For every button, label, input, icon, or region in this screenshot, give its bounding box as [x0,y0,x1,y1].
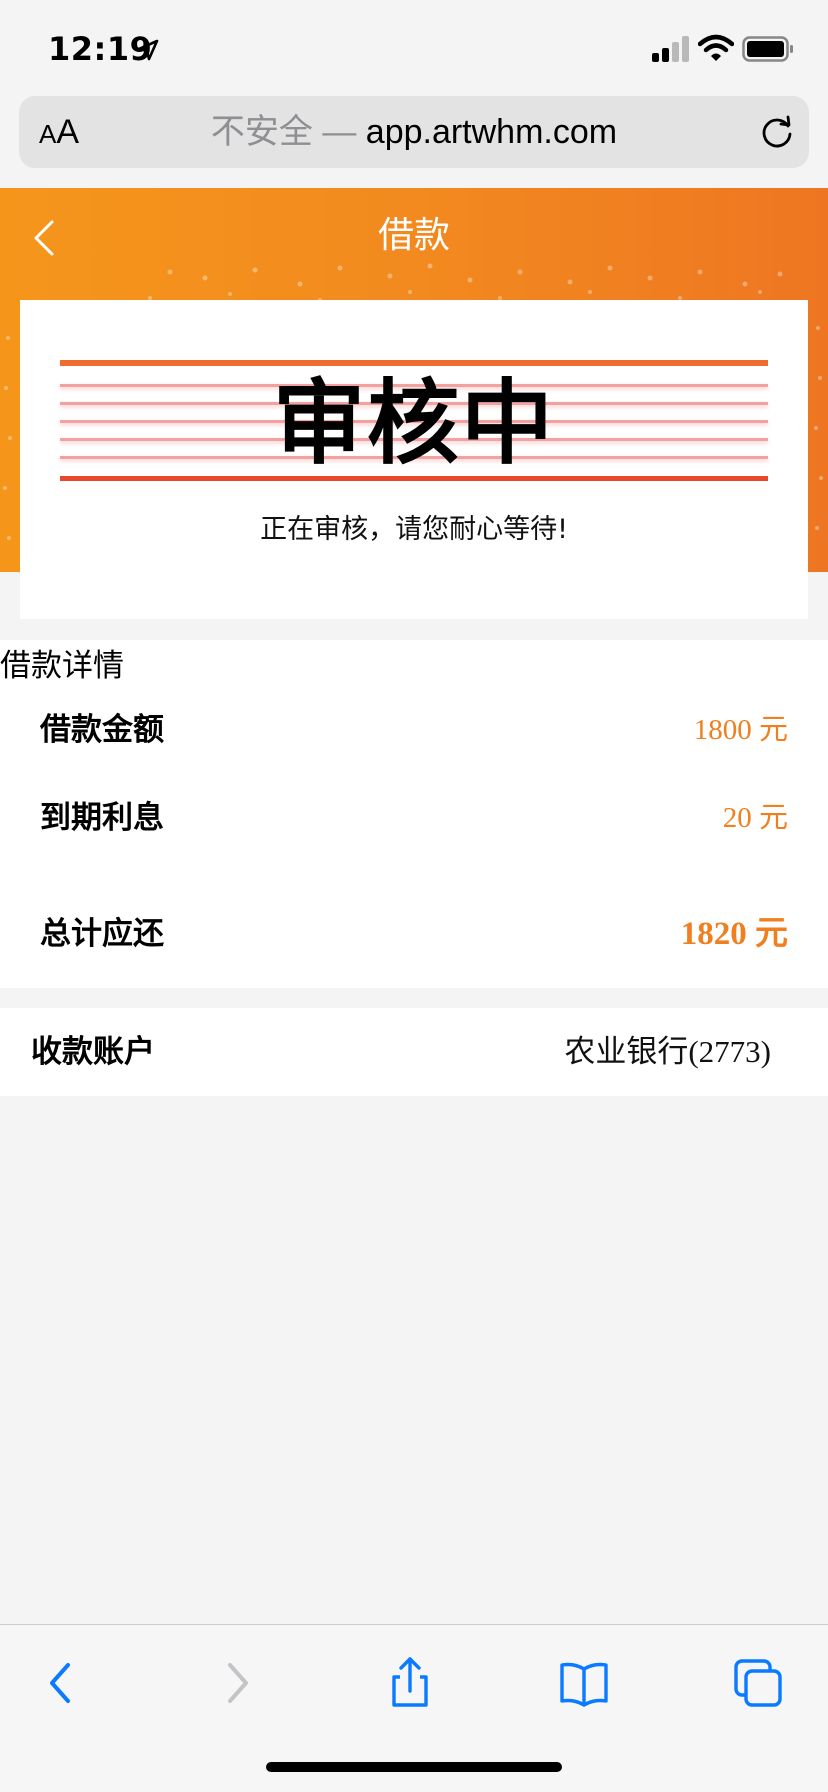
loan-amount-label: 借款金额 [40,712,164,748]
receiving-account-row: 收款账户 农业银行(2773) [0,1008,828,1096]
review-status-card: 审核中 正在审核，请您耐心等待! [20,300,808,619]
status-bar: 12:19 [0,0,828,96]
review-status-title: 审核中 [272,370,555,477]
interest-label: 到期利息 [40,800,164,836]
reload-icon[interactable] [757,112,797,152]
interest-value: 20 元 [722,802,788,834]
loan-amount-value: 1800 元 [693,714,788,746]
url-host: app.artwhm.com [365,113,618,151]
battery-icon [742,36,793,62]
total-due-value: 1820 元 [680,916,788,952]
bookmarks-icon[interactable] [556,1655,612,1711]
total-due-label: 总计应还 [40,916,164,952]
page-title: 借款 [377,215,450,256]
total-due-row: 总计应还 1820 元 [0,904,828,964]
loan-details-heading: 借款详情 [0,648,124,684]
location-arrow-icon [137,39,159,61]
url-separator: — [322,113,357,151]
receiving-account-value: 农业银行(2773) [564,1034,771,1069]
interest-row: 到期利息 20 元 [0,788,828,848]
tabs-icon[interactable] [730,1655,786,1711]
receiving-account-label: 收款账户 [31,1034,155,1070]
forward-icon[interactable] [208,1655,264,1711]
wifi-icon [698,34,734,61]
address-bar[interactable]: AA 不安全 — app.artwhm.com [19,96,809,168]
home-indicator [266,1762,562,1772]
review-status-subtitle: 正在审核，请您耐心等待! [260,514,568,545]
insecure-label: 不安全 [210,112,313,152]
loan-details-section: 借款详情 借款金额 1800 元 到期利息 20 元 总计应还 1820 元 [0,640,828,988]
loan-amount-row: 借款金额 1800 元 [0,700,828,760]
share-icon[interactable] [382,1655,438,1711]
cellular-signal-icon [652,36,690,62]
back-icon[interactable] [34,1655,90,1711]
url-text[interactable]: 不安全 — app.artwhm.com [19,110,809,154]
